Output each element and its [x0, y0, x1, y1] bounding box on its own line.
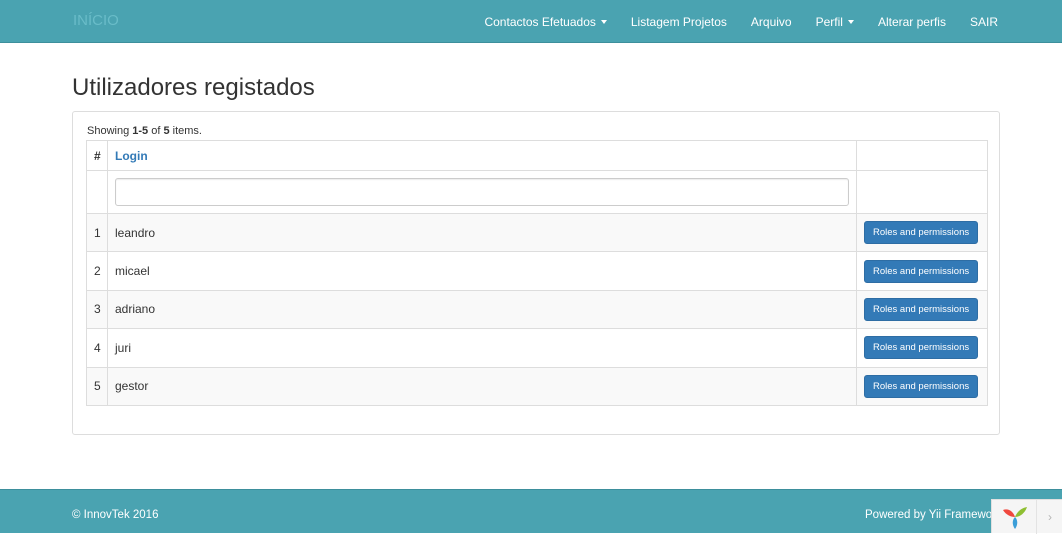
column-header-index: #: [86, 140, 108, 171]
row-login: leandro: [107, 212, 857, 253]
nav-contactos-efetuados-label: Contactos Efetuados: [484, 14, 596, 29]
nav-contactos-efetuados[interactable]: Contactos Efetuados: [472, 0, 618, 43]
row-login: adriano: [107, 289, 857, 330]
filter-cell-login: [107, 170, 857, 214]
sort-login-link[interactable]: Login: [115, 149, 148, 163]
nav-perfil-label: Perfil: [815, 14, 843, 29]
nav-sair-label: SAIR: [969, 14, 998, 29]
roles-permissions-button[interactable]: Roles and permissions: [864, 336, 979, 360]
users-panel: Showing 1-5 of 5 items. # Login 1 leandr…: [72, 111, 1000, 435]
nav-listagem-projetos-label: Listagem Projetos: [630, 14, 727, 29]
summary-suffix: items.: [169, 125, 202, 137]
roles-permissions-button[interactable]: Roles and permissions: [864, 259, 979, 283]
page-title: Utilizadores registados: [72, 74, 315, 101]
nav-alterar-perfis[interactable]: Alterar perfis: [866, 0, 958, 43]
caret-down-icon: [600, 19, 607, 24]
filter-cell-actions: [856, 170, 988, 214]
footer: © InnovTek 2016 Powered by Yii Framework: [0, 489, 1062, 533]
row-index: 5: [86, 366, 108, 406]
nav-perfil[interactable]: Perfil: [804, 0, 866, 43]
summary-range: 1-5: [132, 125, 149, 137]
row-login: gestor: [107, 366, 857, 406]
column-header-login: Login: [107, 140, 857, 171]
nav-sair[interactable]: SAIR: [958, 0, 1010, 43]
filter-cell-index: [86, 170, 108, 214]
row-login: micael: [107, 251, 857, 291]
row-index: 3: [86, 289, 108, 330]
nav-arquivo[interactable]: Arquivo: [739, 0, 804, 43]
login-filter-input[interactable]: [115, 178, 849, 206]
yii-logo-icon[interactable]: [1001, 504, 1029, 533]
row-actions: Roles and permissions: [856, 212, 988, 253]
chevron-right-icon[interactable]: ›: [1036, 500, 1062, 534]
top-navbar: INÍCIO Contactos Efetuados Listagem Proj…: [0, 0, 1062, 43]
summary-of: of: [148, 125, 164, 137]
row-actions: Roles and permissions: [856, 366, 988, 406]
roles-permissions-button[interactable]: Roles and permissions: [864, 221, 979, 245]
main-nav: Contactos Efetuados Listagem Projetos Ar…: [472, 0, 1010, 43]
row-index: 2: [86, 251, 108, 291]
nav-arquivo-label: Arquivo: [750, 14, 792, 29]
table-row: 1 leandro Roles and permissions: [86, 212, 988, 253]
filter-row: [86, 170, 988, 214]
brand-link[interactable]: INÍCIO: [73, 12, 119, 29]
table-row: 4 juri Roles and permissions: [86, 328, 988, 368]
caret-down-icon: [847, 19, 854, 24]
row-index: 1: [86, 212, 108, 253]
roles-permissions-button[interactable]: Roles and permissions: [864, 374, 979, 398]
table-header-row: # Login: [86, 140, 988, 171]
grid-summary: Showing 1-5 of 5 items.: [87, 125, 202, 137]
column-header-actions: [856, 140, 988, 171]
users-table: # Login 1 leandro Roles and permissions: [86, 140, 988, 406]
copyright-text: © InnovTek 2016: [72, 509, 159, 521]
summary-prefix: Showing: [87, 125, 133, 137]
nav-listagem-projetos[interactable]: Listagem Projetos: [619, 0, 739, 43]
table-row: 2 micael Roles and permissions: [86, 251, 988, 291]
nav-alterar-perfis-label: Alterar perfis: [877, 14, 946, 29]
roles-permissions-button[interactable]: Roles and permissions: [864, 297, 979, 321]
row-actions: Roles and permissions: [856, 289, 988, 330]
debug-toolbar[interactable]: ›: [991, 499, 1062, 534]
row-actions: Roles and permissions: [856, 251, 988, 291]
row-login: juri: [107, 328, 857, 368]
table-row: 5 gestor Roles and permissions: [86, 366, 988, 406]
powered-by-text: Powered by Yii Framework: [865, 509, 1000, 521]
row-index: 4: [86, 328, 108, 368]
row-actions: Roles and permissions: [856, 328, 988, 368]
table-row: 3 adriano Roles and permissions: [86, 289, 988, 330]
